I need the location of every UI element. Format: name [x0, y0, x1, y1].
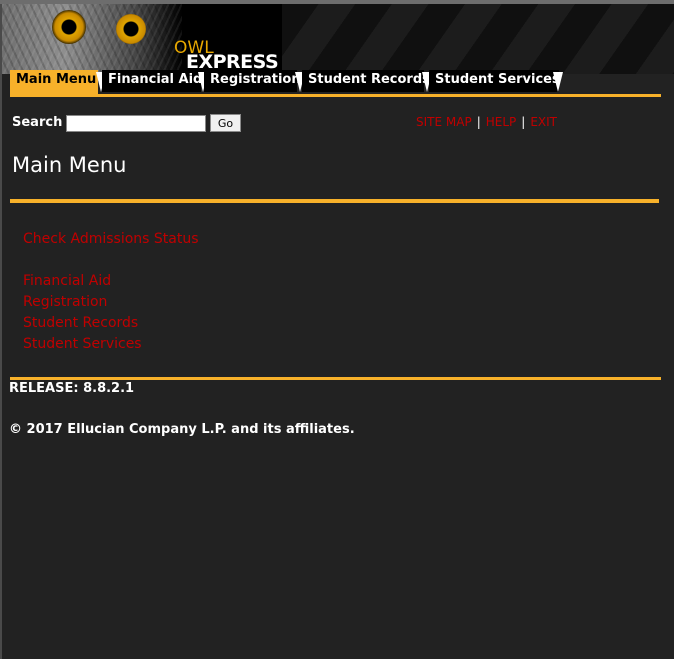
owl-eye-left — [52, 10, 86, 44]
tab-registration[interactable]: Registration — [204, 70, 301, 92]
window-left-border — [0, 4, 2, 659]
exit-link[interactable]: EXIT — [530, 115, 557, 129]
owl-logo-image — [2, 4, 182, 74]
owl-feathers — [2, 4, 182, 74]
header-banner: OWL EXPRESS — [2, 4, 674, 74]
release-version: RELEASE: 8.8.2.1 — [9, 381, 135, 396]
search-input[interactable] — [66, 115, 206, 132]
page-title: Main Menu — [12, 153, 127, 177]
owl-eye-right — [116, 14, 146, 44]
footer-divider — [10, 377, 661, 380]
site-map-link[interactable]: SITE MAP — [416, 115, 472, 129]
financial-aid-link[interactable]: Financial Aid — [23, 273, 111, 289]
tab-student-services[interactable]: Student Services — [429, 70, 560, 92]
tab-bar-underline — [10, 94, 661, 97]
student-services-link[interactable]: Student Services — [23, 336, 142, 352]
search-label: Search — [12, 115, 63, 130]
tab-financial-aid[interactable]: Financial Aid — [102, 70, 202, 92]
help-link[interactable]: HELP — [486, 115, 517, 129]
tab-student-records[interactable]: Student Records — [302, 70, 430, 92]
search-go-button[interactable]: Go — [210, 114, 241, 132]
check-admissions-status-link[interactable]: Check Admissions Status — [23, 231, 199, 247]
link-separator: | — [476, 115, 481, 129]
registration-link[interactable]: Registration — [23, 294, 107, 310]
tab-separator — [553, 72, 563, 92]
student-records-link[interactable]: Student Records — [23, 315, 138, 331]
copyright-notice: © 2017 Ellucian Company L.P. and its aff… — [9, 422, 355, 437]
utility-links: SITE MAP | HELP | EXIT — [416, 115, 557, 129]
tab-main-menu[interactable]: Main Menu — [10, 70, 98, 96]
title-divider — [10, 199, 659, 203]
banner-background — [282, 4, 674, 74]
link-separator: | — [521, 115, 526, 129]
